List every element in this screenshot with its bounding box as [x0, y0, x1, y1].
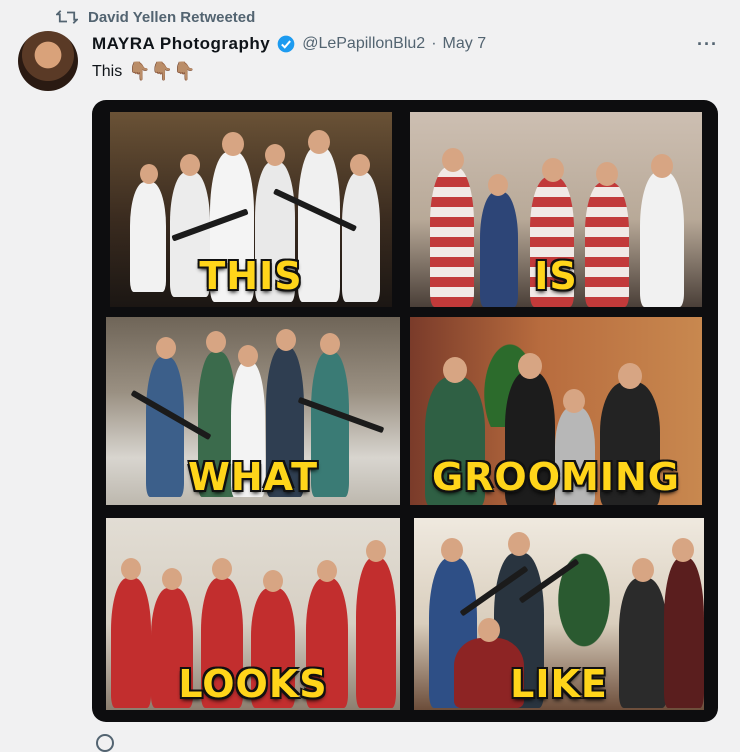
caption-what: WHAT — [187, 455, 319, 499]
reply-icon[interactable] — [96, 734, 114, 752]
pointing-down-emoji: 👇🏽👇🏽👇🏽 — [128, 61, 196, 81]
verified-badge-icon — [277, 35, 295, 53]
image-panel-this: THIS — [110, 112, 392, 307]
retweet-label: David Yellen Retweeted — [88, 8, 256, 26]
display-name[interactable]: MAYRA Photography — [92, 34, 270, 54]
tweet-header: MAYRA Photography @LePapillonBlu2 · May … — [92, 34, 486, 54]
image-panel-what: WHAT — [106, 317, 400, 505]
image-panel-grooming: GROOMING — [410, 317, 702, 505]
user-handle[interactable]: @LePapillonBlu2 — [302, 35, 425, 53]
retweet-header[interactable]: David Yellen Retweeted — [56, 8, 255, 26]
tweet-body: This — [92, 62, 123, 80]
caption-like: LIKE — [510, 662, 608, 706]
image-panel-looks: LOOKS — [106, 518, 400, 710]
more-options-icon[interactable]: ··· — [697, 34, 718, 55]
caption-grooming: GROOMING — [431, 455, 680, 499]
caption-looks: LOOKS — [178, 662, 328, 706]
tweet-date[interactable]: May 7 — [443, 35, 487, 53]
image-panel-is: IS — [410, 112, 702, 307]
image-panel-like: LIKE — [414, 518, 704, 710]
retweet-icon — [56, 10, 78, 24]
caption-is: IS — [534, 254, 578, 298]
separator-dot: · — [431, 35, 437, 52]
tweet-text: This 👇🏽👇🏽👇🏽 — [92, 61, 195, 82]
caption-this: THIS — [199, 254, 303, 298]
tweet-media-image[interactable]: THIS IS WHAT GROOMING LOOKS LIKE — [92, 100, 718, 722]
avatar[interactable] — [18, 31, 78, 91]
